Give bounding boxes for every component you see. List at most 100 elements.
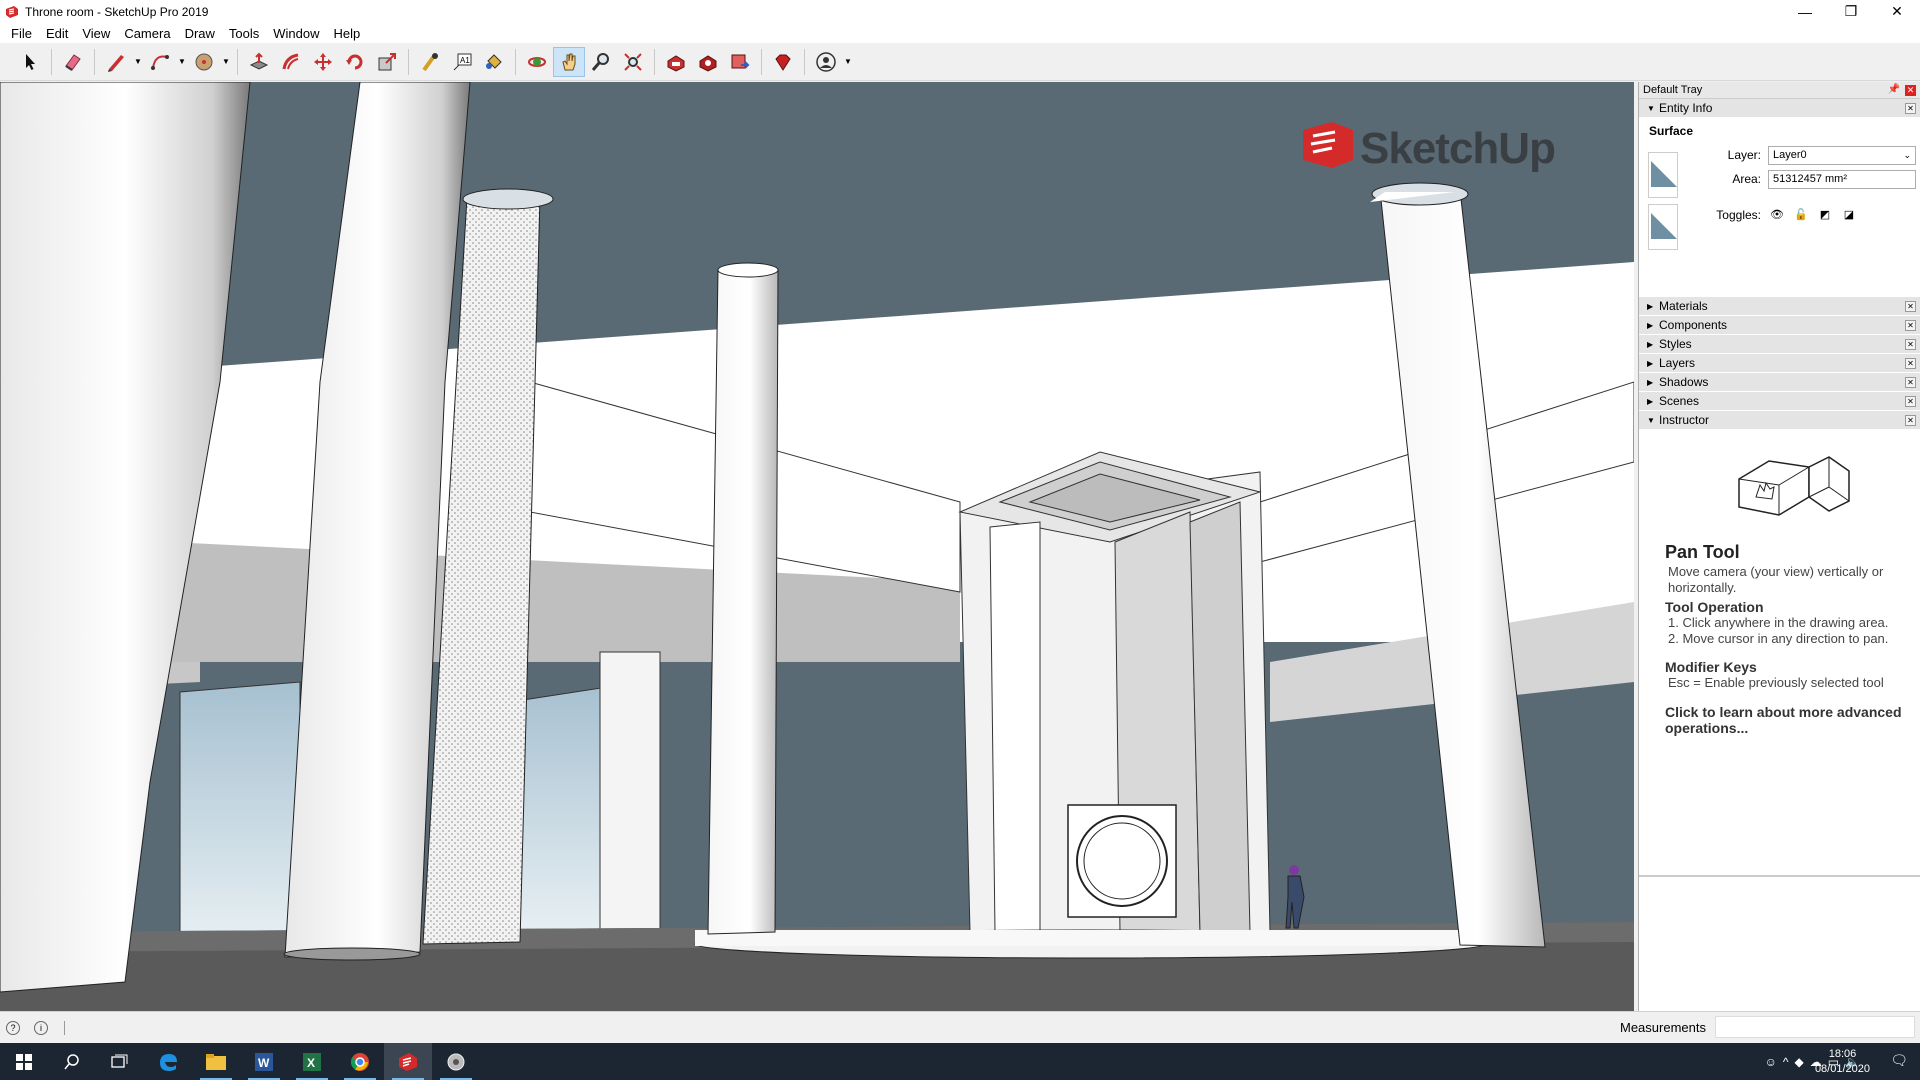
rotate-tool-button[interactable] — [339, 47, 371, 77]
menu-tools[interactable]: Tools — [222, 26, 266, 41]
operation-step-2: 2. Move cursor in any direction to pan. — [1668, 631, 1889, 646]
taskbar-edge[interactable] — [144, 1043, 192, 1080]
taskbar-excel[interactable]: X — [288, 1043, 336, 1080]
send-to-layout-button[interactable] — [724, 47, 756, 77]
minimize-button[interactable]: — — [1782, 0, 1828, 23]
shapes-tool-button[interactable] — [188, 47, 220, 77]
panel-close-icon[interactable]: ✕ — [1905, 358, 1916, 369]
scale-tool-button[interactable] — [371, 47, 403, 77]
panel-label: Entity Info — [1659, 101, 1713, 115]
push-pull-tool-button[interactable] — [243, 47, 275, 77]
taskbar-sketchup[interactable] — [384, 1043, 432, 1080]
line-tool-dropdown[interactable]: ▼ — [132, 47, 144, 77]
pin-icon[interactable]: 📌 — [1888, 84, 1900, 95]
arc-tool-button[interactable] — [144, 47, 176, 77]
layer-select[interactable]: Layer0 ⌄ — [1768, 146, 1916, 165]
area-field[interactable]: 51312457 mm² — [1768, 170, 1916, 189]
excel-icon: X — [303, 1052, 321, 1071]
panel-layers[interactable]: ▶ Layers ✕ — [1639, 354, 1920, 373]
panel-close-icon[interactable]: ✕ — [1905, 103, 1916, 114]
back-material-swatch[interactable] — [1648, 204, 1678, 250]
area-label: Area: — [1732, 172, 1761, 186]
close-button[interactable]: ✕ — [1874, 0, 1920, 23]
offset-tool-button[interactable] — [275, 47, 307, 77]
orbit-tool-button[interactable] — [521, 47, 553, 77]
select-tool-button[interactable] — [14, 47, 46, 77]
zoom-tool-button[interactable] — [585, 47, 617, 77]
panel-label: Instructor — [1659, 413, 1710, 427]
panel-styles[interactable]: ▶ Styles ✕ — [1639, 335, 1920, 354]
account-dropdown[interactable]: ▼ — [842, 47, 854, 77]
dropbox-icon[interactable]: ◆ — [1794, 1055, 1803, 1069]
menu-window[interactable]: Window — [266, 26, 326, 41]
people-icon[interactable]: ☺ — [1765, 1055, 1777, 1069]
menu-help[interactable]: Help — [327, 26, 368, 41]
panel-label: Shadows — [1659, 375, 1709, 389]
panel-close-icon[interactable]: ✕ — [1905, 320, 1916, 331]
orbit-icon — [528, 56, 546, 67]
visibility-eye-icon[interactable]: 👁 — [1768, 206, 1786, 222]
geo-location-icon[interactable]: ? — [6, 1020, 20, 1035]
taskbar-file-explorer[interactable] — [192, 1043, 240, 1080]
taskbar-search-button[interactable] — [48, 1043, 96, 1080]
hidden-icons-chevron-icon[interactable]: ^ — [1783, 1055, 1789, 1069]
arc-tool-dropdown[interactable]: ▼ — [176, 47, 188, 77]
learn-more-link[interactable]: Click to learn about more advanced opera… — [1665, 704, 1905, 736]
menu-camera[interactable]: Camera — [117, 26, 177, 41]
pan-illustration-icon — [1738, 456, 1850, 516]
panel-entity-info[interactable]: ▼ Entity Info ✕ — [1639, 99, 1920, 118]
title-bar: Throne room - SketchUp Pro 2019 — ❐ ✕ — [0, 0, 1920, 23]
action-center-icon[interactable]: 🗨 — [1890, 1052, 1908, 1069]
taskbar-chrome[interactable] — [336, 1043, 384, 1080]
task-view-icon — [111, 1054, 128, 1068]
panel-components[interactable]: ▶ Components ✕ — [1639, 316, 1920, 335]
taskbar-word[interactable]: W — [240, 1043, 288, 1080]
info-icon[interactable]: i — [34, 1020, 48, 1035]
panel-shadows[interactable]: ▶ Shadows ✕ — [1639, 373, 1920, 392]
panel-instructor[interactable]: ▼ Instructor ✕ — [1639, 411, 1920, 430]
tape-measure-tool-button[interactable] — [414, 47, 446, 77]
menu-edit[interactable]: Edit — [39, 26, 75, 41]
offset-icon — [282, 53, 299, 69]
pan-tool-button[interactable] — [553, 46, 585, 77]
3d-warehouse-button[interactable] — [660, 47, 692, 77]
zoom-extents-tool-button[interactable] — [617, 47, 649, 77]
taskbar-other-app[interactable] — [432, 1043, 480, 1080]
menu-view[interactable]: View — [75, 26, 117, 41]
panel-close-icon[interactable]: ✕ — [1905, 339, 1916, 350]
menu-draw[interactable]: Draw — [178, 26, 222, 41]
drawing-area[interactable]: SketchUp — [0, 82, 1634, 1011]
eraser-tool-button[interactable] — [57, 47, 89, 77]
receive-shadows-icon[interactable]: ◩ — [1816, 206, 1834, 222]
shapes-tool-dropdown[interactable]: ▼ — [220, 47, 232, 77]
extension-warehouse-button[interactable] — [692, 47, 724, 77]
front-material-swatch[interactable] — [1648, 152, 1678, 198]
line-tool-button[interactable] — [100, 47, 132, 77]
panel-close-icon[interactable]: ✕ — [1905, 301, 1916, 312]
start-button[interactable] — [0, 1043, 48, 1080]
account-button[interactable] — [810, 47, 842, 77]
text-tool-button[interactable]: A1 — [446, 47, 478, 77]
paint-bucket-tool-button[interactable] — [478, 47, 510, 77]
modifier-keys-heading: Modifier Keys — [1665, 659, 1757, 675]
model-scene — [0, 82, 1634, 1011]
cast-shadows-icon[interactable]: ◪ — [1840, 206, 1858, 222]
move-tool-button[interactable] — [307, 47, 339, 77]
taskbar-clock[interactable]: 18:06 08/01/2020 — [1815, 1047, 1870, 1077]
restore-button[interactable]: ❐ — [1828, 0, 1874, 23]
panel-close-icon[interactable]: ✕ — [1905, 377, 1916, 388]
user-account-icon — [816, 51, 836, 72]
tray-close-button[interactable]: ✕ — [1905, 85, 1916, 96]
extension-manager-button[interactable] — [767, 47, 799, 77]
panel-scenes[interactable]: ▶ Scenes ✕ — [1639, 392, 1920, 411]
task-view-button[interactable] — [96, 1043, 144, 1080]
measurements-input[interactable] — [1715, 1016, 1915, 1038]
toolbar-separator — [408, 48, 409, 75]
lock-icon[interactable]: 🔓 — [1792, 206, 1810, 222]
toolbar-separator — [804, 48, 805, 75]
panel-close-icon[interactable]: ✕ — [1905, 415, 1916, 426]
panel-close-icon[interactable]: ✕ — [1905, 396, 1916, 407]
menu-file[interactable]: File — [4, 26, 39, 41]
panel-label: Styles — [1659, 337, 1692, 351]
panel-materials[interactable]: ▶ Materials ✕ — [1639, 297, 1920, 316]
